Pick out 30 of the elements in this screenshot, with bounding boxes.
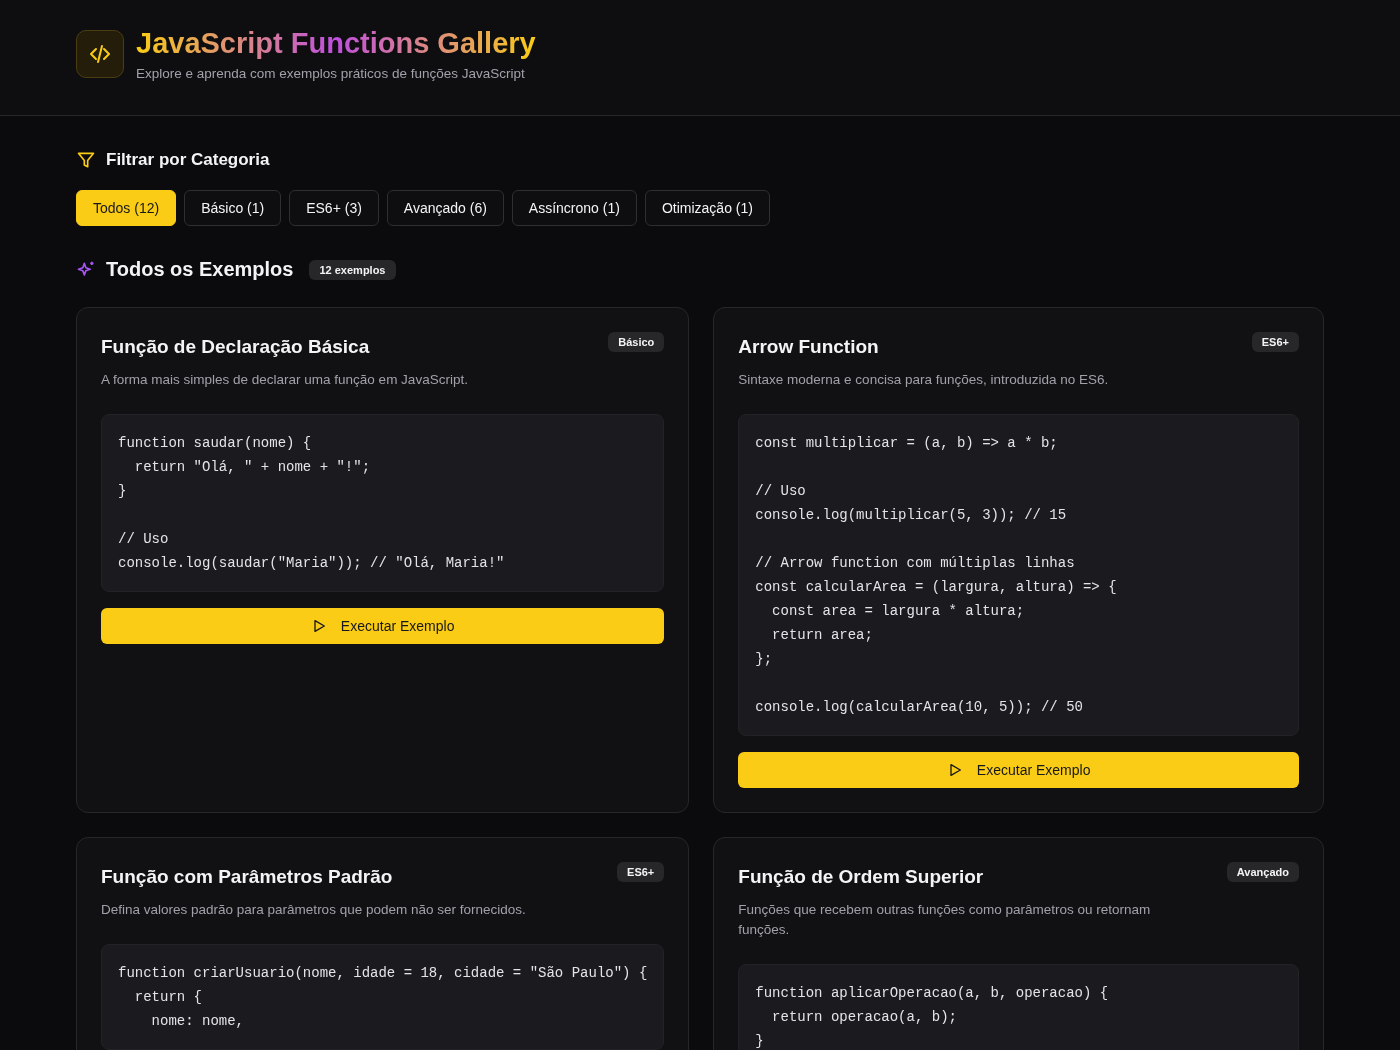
example-description: A forma mais simples de declarar uma função em JavaScript. — [101, 371, 469, 389]
category-tab[interactable]: Assíncrono (1) — [511, 190, 637, 226]
category-tab[interactable]: ES6+ (3) — [289, 190, 379, 226]
filter-icon — [76, 150, 96, 170]
code-block: const multiplicar = (a, b) => a * b; // Uso console.log(multiplicar(5, 3)); // 15 // Arrow function com múltiplas linhas const calcularArea = (largura, altura) => { const area = largura * altura; return area; }; console.log(calcularArea(10, 5)); // 50 — [738, 414, 1299, 736]
example-title: Função de Declaração Básica — [101, 336, 370, 358]
category-tab[interactable]: Avançado (6) — [386, 190, 504, 226]
category-tab[interactable]: Básico (1) — [184, 190, 282, 226]
run-button[interactable]: Executar Exemplo — [738, 752, 1299, 788]
category-tag: Avançado — [1226, 862, 1299, 882]
code-block: function criarUsuario(nome, idade = 18, cidade = "São Paulo") { return { nome: nome, — [101, 944, 665, 1050]
code-icon — [76, 29, 124, 78]
example-description: Sintaxe moderna e concisa para funções, introduzida no ES6. — [738, 371, 1110, 389]
example-title: Arrow Function — [738, 336, 879, 358]
filter-heading: Filtrar por Categoria — [106, 150, 270, 170]
category-tab[interactable]: Otimização (1) — [644, 190, 770, 226]
category-tag: ES6+ — [617, 862, 665, 882]
app-subtitle: Explore e aprenda com exemplos práticos de funções JavaScript — [136, 65, 526, 81]
example-title: Função de Ordem Superior — [738, 866, 984, 888]
run-button[interactable]: Executar Exemplo — [101, 608, 665, 644]
category-tab[interactable]: Todos (12) — [76, 190, 177, 226]
category-tag: ES6+ — [1251, 332, 1299, 352]
example-count: 12 exemplos — [309, 259, 396, 280]
section-heading: Todos os Exemplos — [106, 258, 294, 281]
code-block: function saudar(nome) { return "Olá, " + nome + "!"; } // Uso console.log(saudar("Maria")); // "Olá, Maria!" — [101, 414, 665, 592]
example-description: Funções que recebem outras funções como parâmetros ou retornam funções. — [738, 901, 1152, 939]
example-description: Defina valores padrão para parâmetros que podem não ser fornecidos. — [101, 901, 527, 919]
example-title: Função com Parâmetros Padrão — [101, 866, 393, 888]
code-block: function aplicarOperacao(a, b, operacao) { return operacao(a, b); } — [738, 964, 1299, 1050]
category-tag: Básico — [608, 332, 665, 352]
